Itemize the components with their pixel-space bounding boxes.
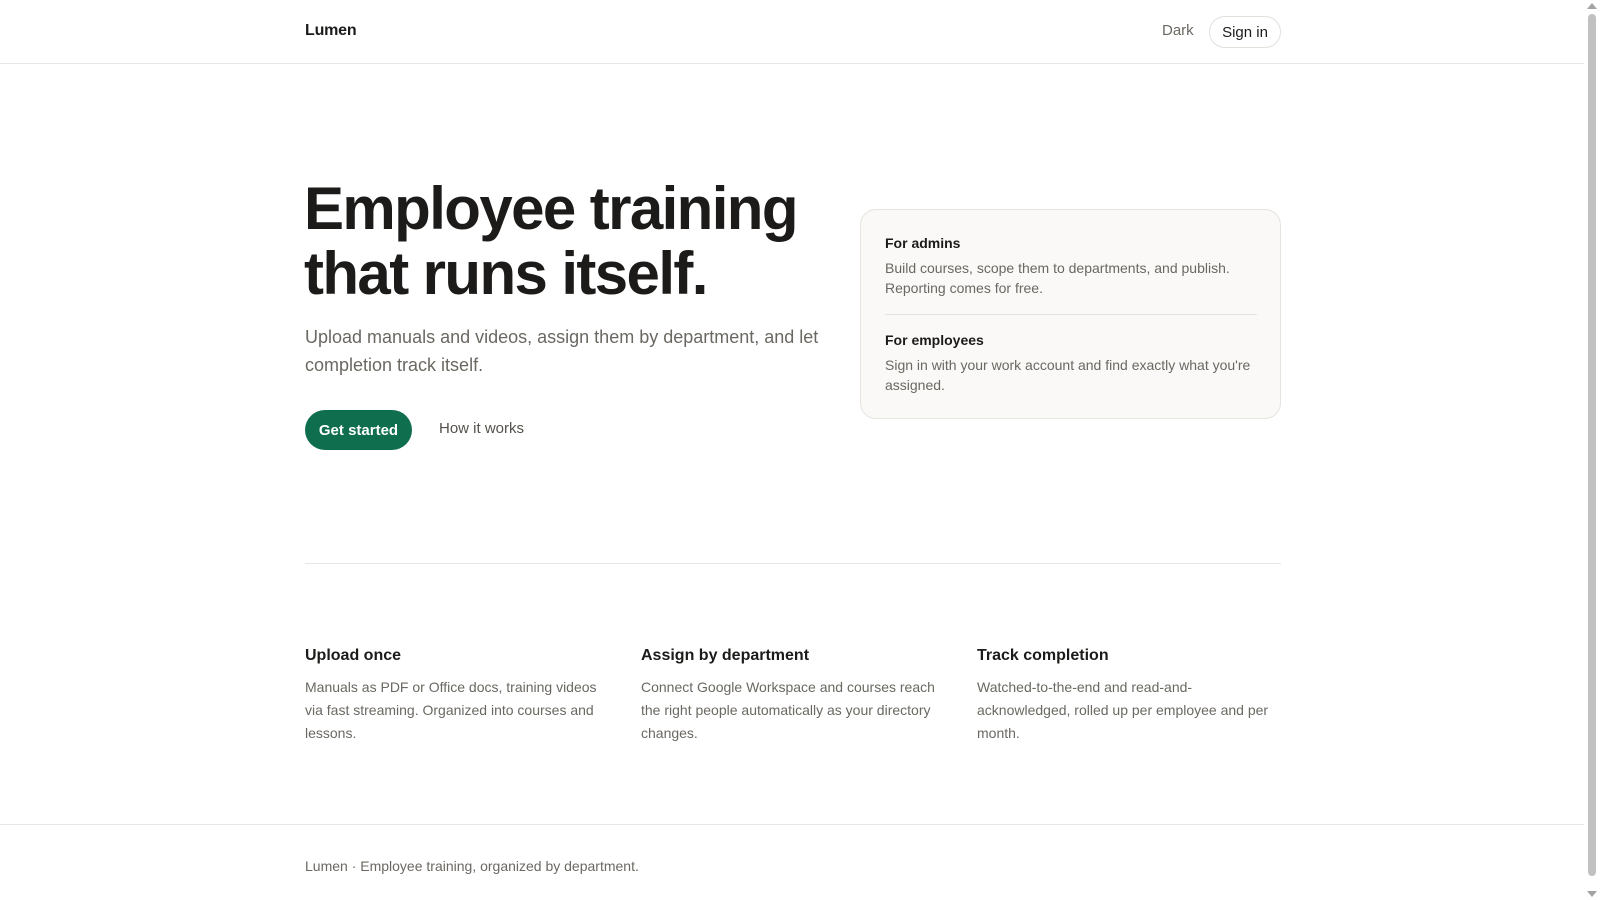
audience-admins-heading: For admins (885, 235, 961, 251)
feature-upload-once: Upload once Manuals as PDF or Office doc… (305, 646, 610, 745)
feature-text: Watched-to-the-end and read-and-acknowle… (977, 679, 1269, 741)
feature-track-completion: Track completion Watched-to-the-end and … (977, 646, 1282, 745)
section-divider (305, 563, 1281, 564)
feature-title: Assign by department (641, 647, 810, 664)
hero-title-line-1: Employee training (304, 175, 799, 242)
audience-employees-heading: For employees (885, 332, 984, 348)
footer-text: Lumen · Employee training, organized by … (305, 858, 639, 874)
vertical-scrollbar[interactable] (1584, 0, 1600, 900)
audience-admins-text: Build courses, scope them to departments… (885, 260, 1230, 296)
audience-admins: For admins Build courses, scope them to … (885, 233, 1257, 298)
audience-employees: For employees Sign in with your work acc… (885, 330, 1257, 395)
get-started-button[interactable]: Get started (305, 410, 412, 450)
top-nav: Lumen Dark Sign in (0, 0, 1584, 64)
scroll-up-arrow-icon[interactable] (1587, 3, 1597, 9)
sign-in-button[interactable]: Sign in (1209, 16, 1281, 48)
feature-text: Connect Google Workspace and courses rea… (641, 679, 935, 741)
hero-title: Employee training that runs itself. (304, 176, 844, 306)
feature-title: Upload once (305, 647, 402, 664)
logo[interactable]: Lumen (305, 22, 357, 40)
feature-text: Manuals as PDF or Office docs, training … (305, 679, 597, 741)
feature-assign-by-department: Assign by department Connect Google Work… (641, 646, 946, 745)
audience-card: For admins Build courses, scope them to … (860, 209, 1281, 419)
dark-mode-toggle[interactable]: Dark (1162, 22, 1194, 39)
footer: Lumen · Employee training, organized by … (0, 824, 1584, 900)
feature-title: Track completion (977, 647, 1109, 664)
scrollbar-thumb[interactable] (1588, 14, 1596, 876)
scroll-down-arrow-icon[interactable] (1587, 891, 1597, 897)
hero-title-line-2: that runs itself. (304, 240, 708, 307)
audience-employees-text: Sign in with your work account and find … (885, 357, 1251, 393)
audience-divider (885, 314, 1257, 315)
hero-subtitle: Upload manuals and videos, assign them b… (305, 327, 819, 375)
how-it-works-link[interactable]: How it works (439, 420, 524, 437)
landing-page: Lumen Dark Sign in Employee training tha… (0, 0, 1584, 900)
